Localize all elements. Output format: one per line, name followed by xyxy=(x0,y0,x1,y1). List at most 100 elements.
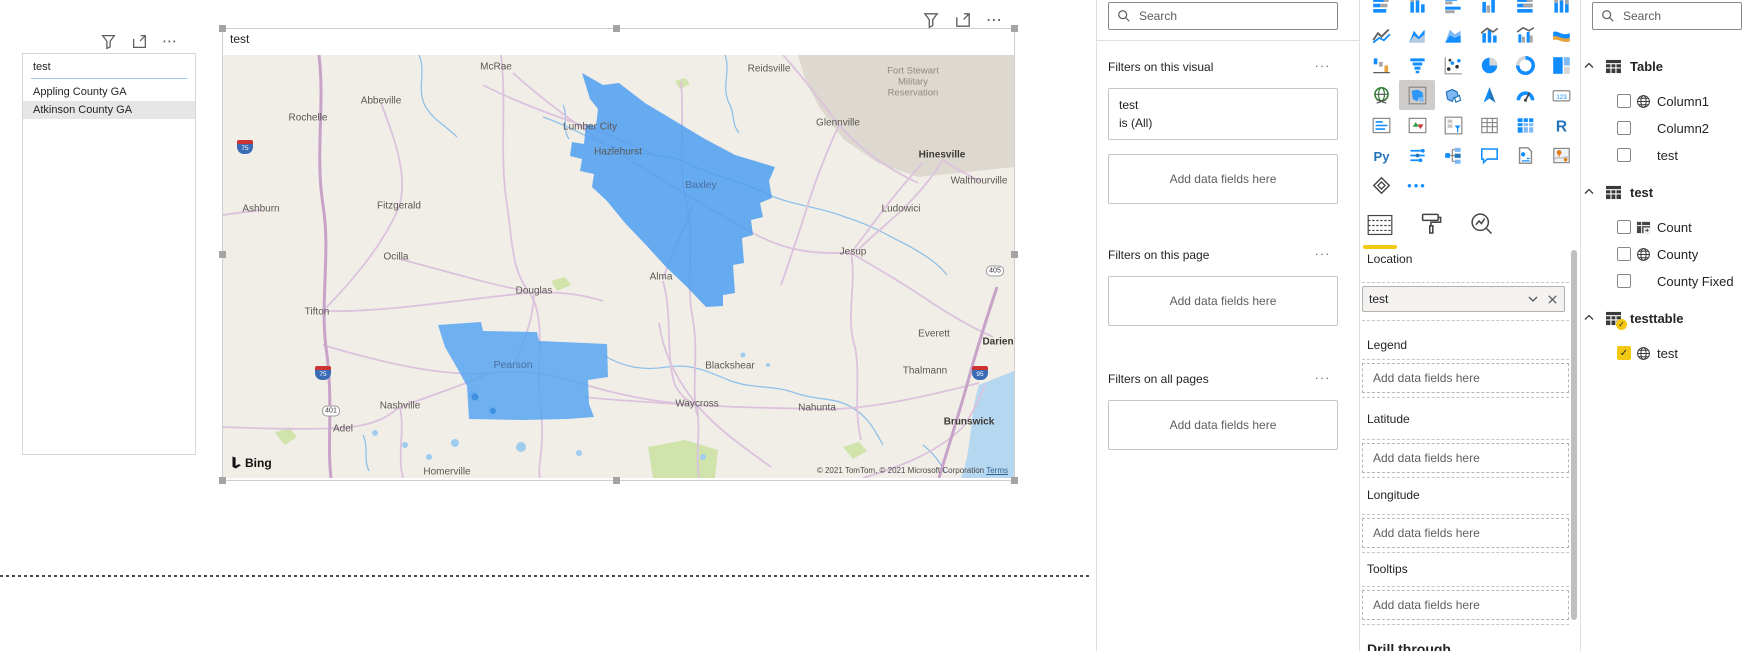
resize-handle[interactable] xyxy=(613,25,620,32)
field-checkbox[interactable] xyxy=(1617,94,1631,108)
filter-icon[interactable] xyxy=(922,11,940,29)
bing-map[interactable]: McRae Reidsville Abbeville Rochelle Lumber C… xyxy=(223,55,1014,478)
resize-handle[interactable] xyxy=(1011,477,1018,484)
viz-type-power-apps-icon[interactable] xyxy=(1363,170,1399,200)
field-pill[interactable]: test xyxy=(1362,286,1565,312)
viz-type-scatter-chart-icon[interactable] xyxy=(1435,50,1471,80)
remove-field-icon[interactable] xyxy=(1547,294,1558,305)
resize-handle[interactable] xyxy=(613,477,620,484)
field-checkbox[interactable]: ✓ xyxy=(1617,346,1631,360)
field-item-test[interactable]: ✓ test xyxy=(1617,342,1678,364)
viz-type-line-chart-icon[interactable] xyxy=(1363,20,1399,50)
viz-type-line-clustered-column-chart-icon[interactable] xyxy=(1507,20,1543,50)
add-data-fields-dropzone[interactable]: Add data fields here xyxy=(1108,400,1338,450)
viz-type-map-icon[interactable] xyxy=(1363,80,1399,110)
slicer-item[interactable]: Appling County GA xyxy=(23,83,195,101)
viz-type-more-options-icon[interactable]: ••• xyxy=(1399,170,1435,200)
viz-type-waterfall-chart-icon[interactable] xyxy=(1363,50,1399,80)
viz-type-kpi-icon[interactable] xyxy=(1399,110,1435,140)
viz-type-azure-map-icon[interactable] xyxy=(1471,80,1507,110)
viz-type-python-icon[interactable]: Py xyxy=(1363,140,1399,170)
fields-table-testtable[interactable]: ✓ testtable xyxy=(1583,306,1683,330)
viz-type-paginated-report-icon[interactable] xyxy=(1507,140,1543,170)
field-checkbox[interactable] xyxy=(1617,247,1631,261)
chevron-down-icon[interactable] xyxy=(1527,293,1539,305)
collapse-chevron-icon[interactable] xyxy=(1583,312,1595,324)
add-data-fields-dropzone[interactable]: Add data fields here xyxy=(1362,443,1569,473)
fields-table-Table[interactable]: Table xyxy=(1583,54,1663,78)
viz-type-filled-map-icon[interactable] xyxy=(1399,80,1435,110)
tab-analytics[interactable] xyxy=(1469,211,1494,249)
resize-handle[interactable] xyxy=(219,477,226,484)
add-data-fields-dropzone[interactable]: Add data fields here xyxy=(1362,518,1569,548)
viz-type-matrix-icon[interactable] xyxy=(1507,110,1543,140)
field-checkbox[interactable] xyxy=(1617,220,1631,234)
fields-table-test[interactable]: test xyxy=(1583,180,1653,204)
more-options-icon[interactable]: ⋯ xyxy=(986,10,1004,30)
field-item-count[interactable]: Count xyxy=(1617,216,1692,238)
filter-section-more-icon[interactable]: ... xyxy=(1315,368,1331,382)
viz-type-stacked-bar-100-chart-icon[interactable] xyxy=(1507,0,1543,20)
add-data-fields-dropzone[interactable]: Add data fields here xyxy=(1108,154,1338,204)
viz-type-clustered-bar-chart-icon[interactable] xyxy=(1435,0,1471,20)
add-data-fields-dropzone[interactable]: Add data fields here xyxy=(1108,276,1338,326)
focus-mode-icon[interactable] xyxy=(954,11,972,29)
field-item-column1[interactable]: Column1 xyxy=(1617,90,1709,112)
viz-type-multi-row-card-icon[interactable] xyxy=(1363,110,1399,140)
viz-type-treemap-icon[interactable] xyxy=(1543,50,1579,80)
collapse-chevron-icon[interactable] xyxy=(1583,60,1595,72)
tab-fields[interactable] xyxy=(1363,214,1397,249)
viz-type-ribbon-chart-icon[interactable] xyxy=(1543,20,1579,50)
filter-card[interactable]: test is (All) xyxy=(1108,88,1338,140)
resize-handle[interactable] xyxy=(219,251,226,258)
filter-icon[interactable] xyxy=(100,33,117,50)
viz-type-arcgis-map-icon[interactable] xyxy=(1543,140,1579,170)
viz-type-donut-chart-icon[interactable] xyxy=(1507,50,1543,80)
terms-link[interactable]: Terms xyxy=(986,466,1008,475)
viz-type-stacked-column-chart-icon[interactable] xyxy=(1399,0,1435,20)
resize-handle[interactable] xyxy=(1011,251,1018,258)
viz-type-shape-map-icon[interactable] xyxy=(1435,80,1471,110)
globe-icon xyxy=(1637,94,1650,108)
visualizations-scrollbar[interactable] xyxy=(1571,250,1577,620)
resize-handle[interactable] xyxy=(1011,25,1018,32)
add-data-fields-dropzone[interactable]: Add data fields here xyxy=(1362,363,1569,393)
viz-type-table-icon[interactable] xyxy=(1471,110,1507,140)
field-item-county-fixed[interactable]: County Fixed xyxy=(1617,270,1734,292)
field-checkbox[interactable] xyxy=(1617,274,1631,288)
viz-type-key-influencers-icon[interactable] xyxy=(1399,140,1435,170)
viz-type-funnel-chart-icon[interactable] xyxy=(1399,50,1435,80)
slicer-item[interactable]: Atkinson County GA xyxy=(23,101,195,119)
filled-map-visual[interactable]: test McRae Reidsville Abbeville Rochelle Lum… xyxy=(219,25,1018,484)
filter-section-more-icon[interactable]: ... xyxy=(1315,244,1331,258)
filters-search-input[interactable]: Search xyxy=(1108,2,1338,30)
resize-handle[interactable] xyxy=(219,25,226,32)
tab-format[interactable] xyxy=(1419,212,1443,249)
fields-search-input[interactable]: Search xyxy=(1592,2,1742,30)
focus-mode-icon[interactable] xyxy=(131,33,148,50)
viz-type-card-icon[interactable]: 123 xyxy=(1543,80,1579,110)
viz-type-clustered-column-chart-icon[interactable] xyxy=(1471,0,1507,20)
viz-type-gauge-icon[interactable] xyxy=(1507,80,1543,110)
slicer-visual[interactable]: test Appling County GA Atkinson County GA xyxy=(22,53,196,455)
field-checkbox[interactable] xyxy=(1617,148,1631,162)
viz-type-stacked-area-chart-icon[interactable] xyxy=(1435,20,1471,50)
viz-type-stacked-column-100-chart-icon[interactable] xyxy=(1543,0,1579,20)
viz-type-stacked-bar-chart-icon[interactable] xyxy=(1363,0,1399,20)
viz-type-slicer-icon[interactable] xyxy=(1435,110,1471,140)
field-item-column2[interactable]: Column2 xyxy=(1617,117,1709,139)
filter-section-more-icon[interactable]: ... xyxy=(1315,56,1331,70)
field-item-test[interactable]: test xyxy=(1617,144,1678,166)
viz-type-pie-chart-icon[interactable] xyxy=(1471,50,1507,80)
viz-type-line-stacked-column-chart-icon[interactable] xyxy=(1471,20,1507,50)
add-data-fields-dropzone[interactable]: Add data fields here xyxy=(1362,590,1569,620)
viz-type-decomposition-tree-icon[interactable] xyxy=(1435,140,1471,170)
collapse-chevron-icon[interactable] xyxy=(1583,186,1595,198)
field-checkbox[interactable] xyxy=(1617,121,1631,135)
bing-logo[interactable]: Bing xyxy=(231,456,272,470)
field-item-county[interactable]: County xyxy=(1617,243,1698,265)
viz-type-area-chart-icon[interactable] xyxy=(1399,20,1435,50)
viz-type-r-script-icon[interactable]: R xyxy=(1543,110,1579,140)
viz-type-qna-icon[interactable] xyxy=(1471,140,1507,170)
more-options-icon[interactable]: ⋯ xyxy=(162,32,179,50)
